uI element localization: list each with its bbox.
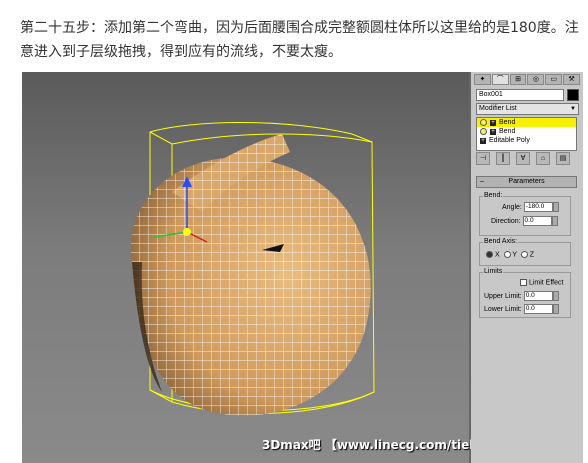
tutorial-caption: 第二十五步：添加第二个弯曲，因为后面腰围合成完整额圆柱体所以这里给的是180度。… [20,16,580,64]
collapse-icon: – [480,178,484,185]
bent-mesh-render [131,122,375,416]
lower-limit-field[interactable]: 0.0 [523,304,553,314]
motion-tab-icon[interactable]: ◎ [527,74,545,85]
modifier-list-label: Modifier List [479,105,517,112]
bend-axis-label: Bend Axis: [483,238,519,245]
direction-label: Direction: [491,217,521,225]
bend-axis-group: Bend Axis: X Y Z [479,238,571,266]
command-panel-tabs: ✦ ⌒ ⊞ ◎ ▭ ⚒ [474,74,580,85]
modifier-stack: + Bend + Bend + Editable Poly [476,117,577,151]
axis-y-radio[interactable] [503,251,511,258]
stack-item-label: Bend [499,128,516,135]
hierarchy-tab-icon[interactable]: ⊞ [509,74,527,85]
direction-field[interactable]: 0.0 [522,216,552,226]
stack-item-editable-poly[interactable]: + Editable Poly [477,136,576,145]
caption-line-1: 第二十五步：添加第二个弯曲，因为后面腰围合成完整额圆柱体所以这里给的是180度。… [20,20,579,36]
bend-group-label: Bend: [483,192,504,199]
caption-line-2: 意进入到子层级拖拽，得到应有的流线，不要太瘦。 [20,44,342,60]
axis-z-label: Z [529,251,535,259]
create-tab-icon[interactable]: ✦ [474,74,491,85]
parameters-rollout-header[interactable]: – Parameters [476,176,577,188]
chevron-down-icon: ▼ [570,106,576,112]
axis-x-label: X [494,251,500,259]
lower-limit-label: Lower Limit: [484,305,522,313]
pin-stack-icon[interactable]: ⊣ [476,152,490,165]
expand-icon[interactable]: + [490,119,496,126]
expand-icon[interactable]: + [480,137,486,144]
upper-limit-label: Upper Limit: [484,292,522,300]
remove-modifier-icon[interactable]: ⌂ [536,152,550,165]
expand-icon[interactable]: + [490,128,496,135]
bend-group: Bend: Angle: -180.0 Direction: 0.0 [479,192,571,236]
stack-item-bend[interactable]: + Bend [477,127,576,136]
3dsmax-screenshot: 3Dmax吧 【www.linecg.com/tieba/1771】 ✦ ⌒ ⊞… [22,72,583,463]
modify-tab-icon[interactable]: ⌒ [491,74,509,85]
angle-spinner[interactable] [552,202,559,212]
limit-effect-checkbox[interactable] [520,279,527,286]
limit-effect-label: Limit Effect [528,279,564,287]
lower-limit-spinner[interactable] [552,304,559,314]
axis-x-radio[interactable] [486,251,493,258]
angle-field[interactable]: -180.0 [523,202,553,212]
upper-limit-spinner[interactable] [552,291,559,301]
stack-item-label: Editable Poly [489,137,530,144]
lightbulb-icon[interactable] [480,128,487,135]
perspective-viewport[interactable]: 3Dmax吧 【www.linecg.com/tieba/1771】 [22,72,536,463]
direction-spinner[interactable] [551,216,558,226]
stack-toolbar: ⊣ ║ ∀ ⌂ ▤ [476,152,580,165]
object-name-field[interactable]: Box001 [476,89,564,101]
lightbulb-icon[interactable] [480,119,487,126]
axis-y-label: Y [512,251,517,259]
make-unique-icon[interactable]: ∀ [516,152,530,165]
limits-group: Limits Limit Effect Upper Limit: 0.0 Low… [479,268,571,318]
upper-limit-field[interactable]: 0.0 [523,291,553,301]
modifier-list-dropdown[interactable]: Modifier List ▼ [476,103,579,115]
stack-item-bend-top[interactable]: + Bend [477,118,576,127]
angle-label: Angle: [502,203,522,211]
rollout-title: Parameters [508,178,545,185]
command-panel: ✦ ⌒ ⊞ ◎ ▭ ⚒ Box001 Modifier List ▼ + Ben… [471,72,583,463]
stack-item-label: Bend [499,119,516,126]
axis-z-radio[interactable] [520,251,528,258]
configure-sets-icon[interactable]: ▤ [556,152,570,165]
display-tab-icon[interactable]: ▭ [545,74,563,85]
limits-label: Limits [483,268,504,275]
object-color-swatch[interactable] [567,89,579,101]
utilities-tab-icon[interactable]: ⚒ [563,74,580,85]
show-end-result-icon[interactable]: ║ [496,152,510,165]
